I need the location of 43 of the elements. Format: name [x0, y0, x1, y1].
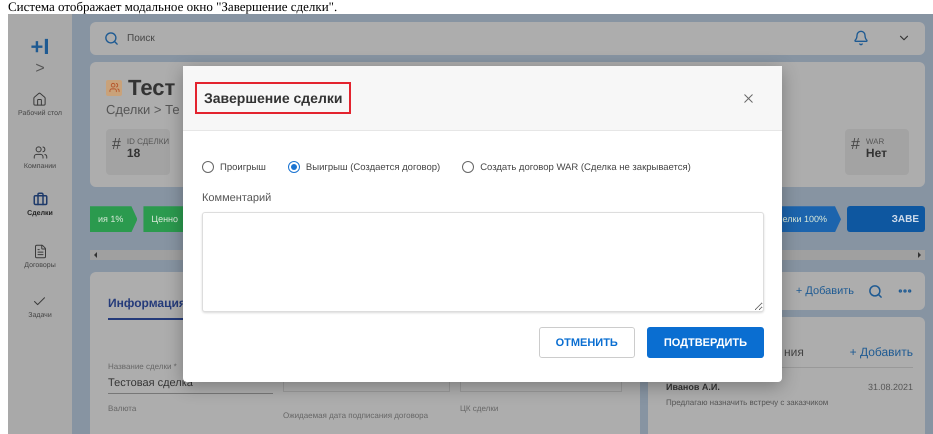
search-icon[interactable]	[104, 30, 119, 46]
comments-heading: ния	[784, 345, 804, 360]
deal-icon	[106, 80, 122, 96]
search-field[interactable]: Поиск	[127, 32, 845, 44]
nav-icon[interactable]	[32, 192, 48, 207]
finish-button[interactable]: ЗАВЕ	[847, 206, 925, 232]
logo: +I	[30, 36, 50, 58]
radio-icon[interactable]	[202, 161, 214, 173]
confirm-button[interactable]: ПОДТВЕРДИТЬ	[646, 327, 764, 358]
radio-option[interactable]: Выигрыш (Создается договор)	[288, 161, 440, 173]
comment-date: 31.08.2021	[868, 382, 913, 392]
caption-text: Система отображает модальное окно "Завершение сделки".	[8, 0, 338, 14]
stat-value: 18	[126, 146, 140, 160]
breadcrumb: Сделки > Те	[106, 102, 180, 117]
search-icon[interactable]	[868, 284, 883, 299]
hash-icon: #	[851, 136, 860, 153]
add-link[interactable]: + Добавить	[850, 345, 913, 360]
add-link[interactable]: + Добавить	[796, 285, 854, 298]
bell-icon[interactable]	[853, 30, 869, 46]
field-label: Ожидаемая дата подписания договора	[283, 411, 430, 420]
radio-icon[interactable]	[462, 161, 474, 173]
field-label: Валюта	[108, 404, 138, 414]
nav-icon[interactable]	[32, 244, 48, 259]
nav-icon[interactable]	[32, 92, 48, 107]
stat-label: ID СДЕЛКИ	[126, 136, 170, 146]
comment-text: Предлагаю назначить встречу с заказчиком	[666, 398, 830, 408]
hash-icon: #	[112, 136, 121, 153]
comment-author: Иванов А.И.	[666, 382, 720, 392]
comment-label: Комментарий	[202, 192, 272, 204]
stat-label: WAR	[866, 136, 886, 146]
comment-field[interactable]	[202, 212, 764, 312]
stat-value: Нет	[866, 146, 887, 160]
field-label: ЦК сделки	[460, 404, 500, 414]
field-label: Название сделки *	[108, 362, 178, 372]
nav-icon[interactable]	[32, 145, 48, 160]
cancel-button[interactable]: ОТМЕНИТЬ	[538, 327, 635, 358]
deal-title: Тест	[128, 76, 176, 100]
expand-toggle[interactable]: >	[35, 60, 45, 78]
modal-title: Завершение сделки	[195, 82, 352, 114]
radio-icon[interactable]	[288, 161, 300, 173]
stage-step[interactable]: ия 1%	[90, 206, 138, 232]
radio-option[interactable]: Создать договор WAR (Сделка не закрывается)	[462, 161, 691, 173]
radio-option[interactable]: Проигрыш	[202, 161, 266, 173]
